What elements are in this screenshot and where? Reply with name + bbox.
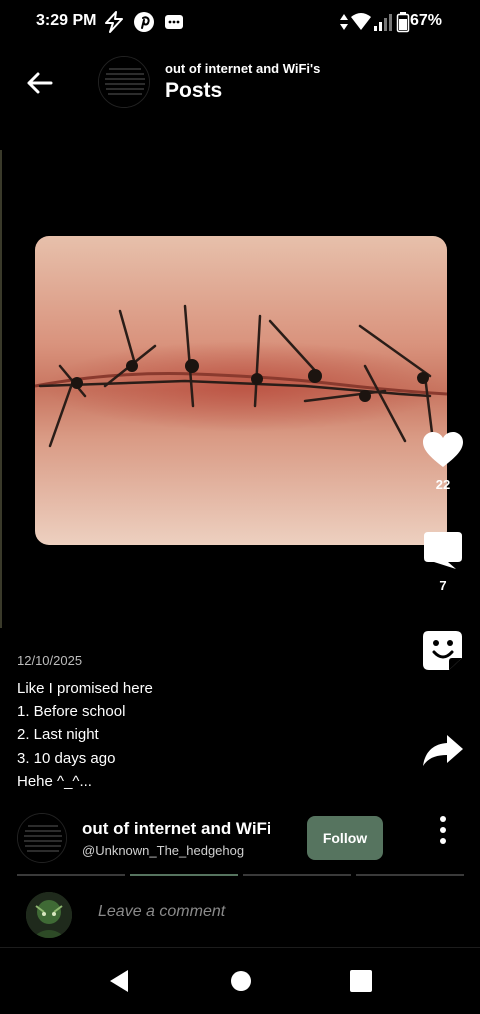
post-image[interactable] bbox=[35, 236, 447, 545]
status-time: 3:29 PM bbox=[36, 12, 97, 29]
back-arrow-icon[interactable] bbox=[22, 66, 56, 100]
data-arrows-icon bbox=[340, 14, 348, 30]
more-options-icon[interactable] bbox=[432, 814, 454, 846]
comment-bubble-icon[interactable] bbox=[420, 530, 466, 570]
user-avatar[interactable] bbox=[26, 892, 72, 938]
nav-home-icon[interactable] bbox=[228, 968, 254, 994]
author-avatar[interactable] bbox=[17, 813, 67, 863]
status-bar: 3:29 PM 67% bbox=[0, 0, 480, 44]
nav-recents-icon[interactable] bbox=[348, 968, 374, 994]
author-handle[interactable]: @Unknown_The_hedgehog bbox=[82, 843, 244, 858]
comment-input[interactable] bbox=[98, 903, 438, 921]
post-caption-line: 2. Last night bbox=[17, 726, 99, 743]
battery-percentage: 67% bbox=[409, 12, 442, 29]
follow-button[interactable]: Follow bbox=[307, 816, 383, 860]
sticker-icon[interactable] bbox=[420, 628, 466, 672]
post-caption-line: 1. Before school bbox=[17, 703, 126, 720]
channel-name[interactable]: out of internet and WiFi's bbox=[165, 61, 320, 76]
post-caption-line: Hehe ^_^... bbox=[17, 773, 92, 790]
flash-icon bbox=[105, 11, 123, 33]
comment-bar bbox=[0, 882, 480, 948]
channel-avatar-image bbox=[99, 57, 149, 107]
stitched-wound-image bbox=[35, 236, 447, 545]
message-icon bbox=[165, 15, 183, 29]
header: out of internet and WiFi's Posts bbox=[0, 44, 480, 120]
like-heart-icon[interactable] bbox=[420, 430, 466, 470]
page-title: Posts bbox=[165, 79, 223, 102]
carousel-indicator-active bbox=[130, 874, 238, 876]
post-caption-line: Like I promised here bbox=[17, 680, 153, 697]
post-caption-line: 3. 10 days ago bbox=[17, 750, 116, 767]
author-avatar-image bbox=[18, 814, 66, 862]
carousel-indicator bbox=[356, 874, 464, 876]
author-name[interactable]: out of internet and WiFi's bbox=[82, 819, 270, 839]
battery-icon bbox=[396, 12, 410, 33]
carousel-indicator bbox=[17, 874, 125, 876]
channel-avatar[interactable] bbox=[98, 56, 150, 108]
comment-count: 7 bbox=[439, 578, 447, 593]
wifi-icon bbox=[351, 13, 371, 30]
share-arrow-icon[interactable] bbox=[420, 732, 466, 768]
nav-back-icon[interactable] bbox=[107, 968, 133, 994]
signal-icon bbox=[374, 14, 392, 31]
pinterest-icon bbox=[134, 12, 154, 32]
system-nav-bar bbox=[0, 948, 480, 1014]
user-avatar-image bbox=[26, 892, 72, 938]
post-date: 12/10/2025 bbox=[17, 653, 83, 668]
divider bbox=[0, 150, 2, 628]
like-count: 22 bbox=[435, 477, 451, 492]
carousel-indicator bbox=[243, 874, 351, 876]
